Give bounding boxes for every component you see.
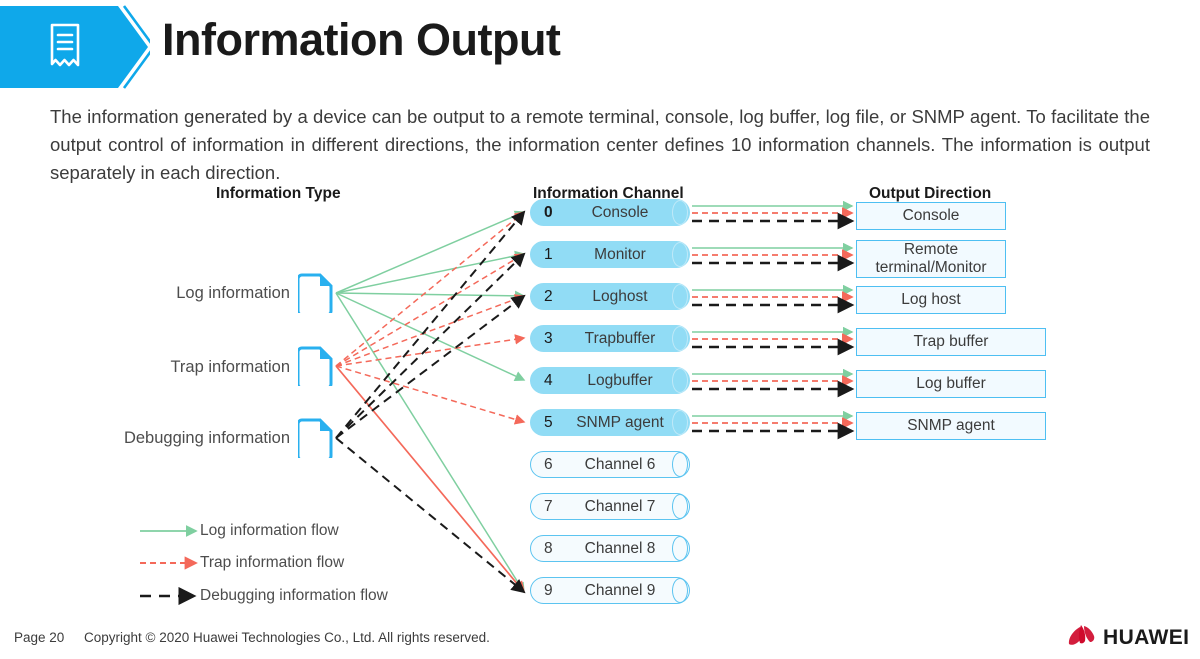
header-banner — [0, 5, 150, 89]
channel-7-cap — [672, 494, 688, 519]
channel-3-label: Trapbuffer — [584, 330, 656, 347]
channel-4-label: Logbuffer — [587, 372, 653, 389]
channel-7-number: 7 — [544, 498, 553, 515]
channel-2-number: 2 — [544, 288, 553, 305]
channel-1-cap — [672, 242, 688, 267]
channel-9-number: 9 — [544, 582, 553, 599]
channel-6-cap — [672, 452, 688, 477]
huawei-wordmark: HUAWEI — [1103, 626, 1190, 649]
channel-6[interactable]: 6 Channel 6 — [530, 451, 690, 478]
channel-0-label: Console — [591, 204, 649, 221]
output-remote-terminal-monitor-label-line2: terminal/Monitor — [875, 259, 987, 276]
channel-3[interactable]: 3 Trapbuffer — [530, 325, 690, 352]
trap-flow-line-channel9 — [335, 365, 526, 594]
information-type-label-trap: Trap information — [170, 358, 290, 376]
channel-8-number: 8 — [544, 540, 553, 557]
channel-9[interactable]: 9 Channel 9 — [530, 577, 690, 604]
information-output-diagram: Information Type Information Channel Out… — [0, 178, 1200, 618]
output-remote-terminal-monitor-label-line1: Remote — [903, 240, 959, 258]
channel-1-number: 1 — [544, 246, 553, 263]
channel-5-label: SNMP agent — [576, 414, 664, 431]
slide: Information Output The information gener… — [0, 0, 1200, 659]
channel-6-label: Channel 6 — [584, 456, 656, 473]
page-number: Page 20 — [14, 630, 65, 645]
page-title: Information Output — [162, 14, 561, 65]
channel-5-number: 5 — [544, 414, 553, 431]
output-console[interactable]: Console — [856, 202, 1006, 230]
output-log-host[interactable]: Log host — [856, 286, 1006, 314]
channel-2-label: Loghost — [592, 288, 648, 305]
channel-5[interactable]: 5 SNMP agent — [530, 409, 690, 436]
channel-7[interactable]: 7 Channel 7 — [530, 493, 690, 520]
channel-9-cap — [672, 578, 688, 603]
output-console-label: Console — [902, 206, 960, 224]
channel-2[interactable]: 2 Loghost — [530, 283, 690, 310]
information-type-label-log: Log information — [176, 284, 290, 302]
legend-item-debugging-label: Debugging information flow — [200, 587, 388, 604]
channel-4-cap — [672, 368, 688, 393]
channel-8-label: Channel 8 — [584, 540, 656, 557]
document-icon-trap — [298, 346, 333, 386]
channel-0-number: 0 — [544, 204, 553, 221]
channel-1[interactable]: 1 Monitor — [530, 241, 690, 268]
output-remote-terminal-monitor[interactable]: Remote terminal/Monitor — [856, 240, 1006, 278]
document-icon-log — [298, 273, 333, 313]
channel-9-label: Channel 9 — [584, 582, 656, 599]
channel-4[interactable]: 4 Logbuffer — [530, 367, 690, 394]
output-snmp-agent[interactable]: SNMP agent — [856, 412, 1046, 440]
channel-3-cap — [672, 326, 688, 351]
document-icon-debugging — [298, 418, 333, 458]
channel-8[interactable]: 8 Channel 8 — [530, 535, 690, 562]
channel-0-cap — [672, 200, 688, 225]
output-trap-buffer-label: Trap buffer — [913, 332, 989, 350]
copyright-notice: Copyright © 2020 Huawei Technologies Co.… — [84, 630, 490, 645]
information-type-label-debugging: Debugging information — [123, 429, 290, 447]
channel-2-cap — [672, 284, 688, 309]
channel-3-number: 3 — [544, 330, 553, 347]
channel-0[interactable]: 0 Console — [530, 199, 690, 226]
legend-item-log-label: Log information flow — [200, 522, 339, 539]
legend-glyphs — [140, 525, 198, 606]
channel-5-cap — [672, 410, 688, 435]
output-snmp-agent-label: SNMP agent — [907, 416, 995, 434]
channel-4-number: 4 — [544, 372, 553, 389]
channel-8-cap — [672, 536, 688, 561]
channel-7-label: Channel 7 — [584, 498, 656, 515]
channel-1-label: Monitor — [594, 246, 646, 263]
intro-paragraph: The information generated by a device ca… — [50, 106, 1150, 184]
output-log-buffer-label: Log buffer — [916, 374, 986, 392]
output-log-host-label: Log host — [901, 290, 961, 308]
output-trap-buffer[interactable]: Trap buffer — [856, 328, 1046, 356]
channel-6-number: 6 — [544, 456, 553, 473]
log-flow-lines — [335, 210, 526, 594]
output-log-buffer[interactable]: Log buffer — [856, 370, 1046, 398]
debug-flow-lines — [335, 210, 526, 594]
legend-item-trap-label: Trap information flow — [200, 554, 345, 571]
channel-output-connectors — [692, 200, 855, 440]
